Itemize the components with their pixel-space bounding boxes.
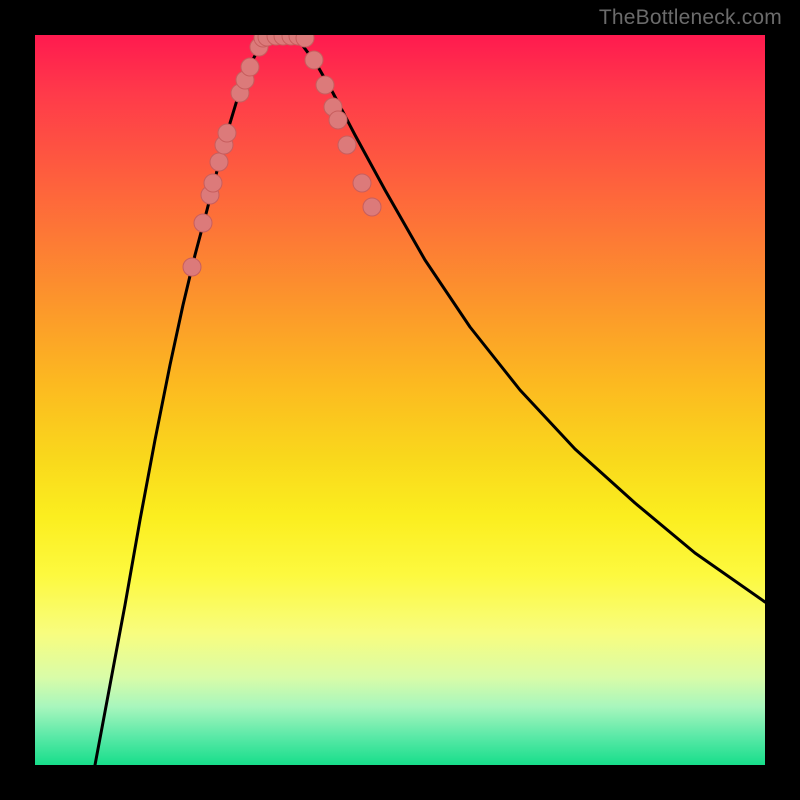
curve-group <box>95 35 765 765</box>
data-dot <box>218 124 236 142</box>
data-dot <box>204 174 222 192</box>
data-dot <box>305 51 323 69</box>
data-dot <box>353 174 371 192</box>
data-dot <box>316 76 334 94</box>
dot-group <box>183 35 381 276</box>
data-dot <box>210 153 228 171</box>
data-dot <box>363 198 381 216</box>
left-curve <box>95 35 273 765</box>
data-dot <box>338 136 356 154</box>
plot-area <box>35 35 765 765</box>
data-dot <box>194 214 212 232</box>
data-dot <box>329 111 347 129</box>
watermark-text: TheBottleneck.com <box>599 6 782 30</box>
right-curve <box>290 35 765 602</box>
data-dot <box>241 58 259 76</box>
data-dot <box>183 258 201 276</box>
chart-svg <box>35 35 765 765</box>
chart-stage: TheBottleneck.com <box>0 0 800 800</box>
